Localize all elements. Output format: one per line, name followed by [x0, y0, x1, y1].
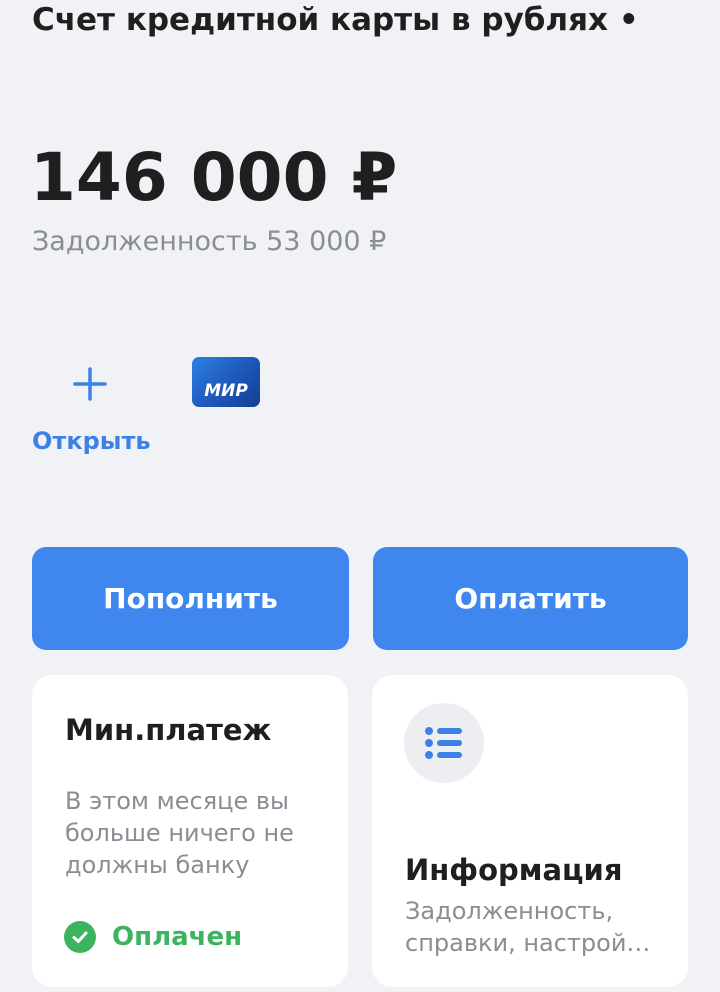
account-title[interactable]: Счет кредитной карты в рублях • [32, 0, 639, 40]
payment-status: Оплачен [64, 919, 242, 955]
mir-card-thumbnail[interactable]: МИР [192, 357, 260, 407]
open-card-label: Открыть [32, 427, 151, 455]
topup-button[interactable]: Пополнить [32, 547, 349, 650]
list-icon [404, 703, 484, 783]
available-balance: 146 000 ₽ [30, 139, 398, 216]
min-payment-title: Мин.платеж [65, 713, 272, 747]
plus-icon [73, 367, 107, 401]
payment-status-label: Оплачен [112, 922, 243, 952]
debt-amount: Задолженность 53 000 ₽ [32, 226, 387, 257]
information-description-line-1: Задолженность, [405, 897, 614, 925]
credit-account-screen: Счет кредитной карты в рублях • 146 000 … [0, 0, 720, 992]
open-card-button[interactable]: Открыть [30, 360, 154, 460]
pay-button[interactable]: Оплатить [373, 547, 688, 650]
mir-logo: МИР [204, 381, 248, 401]
information-description-line-2: справки, настрой… [405, 929, 651, 957]
check-circle-icon [64, 921, 96, 953]
min-payment-description: В этом месяце вы больше ничего не должны… [65, 787, 294, 879]
information-tile[interactable]: Информация Задолженность, справки, настр… [372, 675, 688, 987]
information-title: Информация [405, 853, 623, 887]
information-description: Задолженность, справки, настрой… [405, 895, 675, 959]
min-payment-tile[interactable]: Мин.платеж В этом месяце вы больше ничег… [32, 675, 348, 987]
